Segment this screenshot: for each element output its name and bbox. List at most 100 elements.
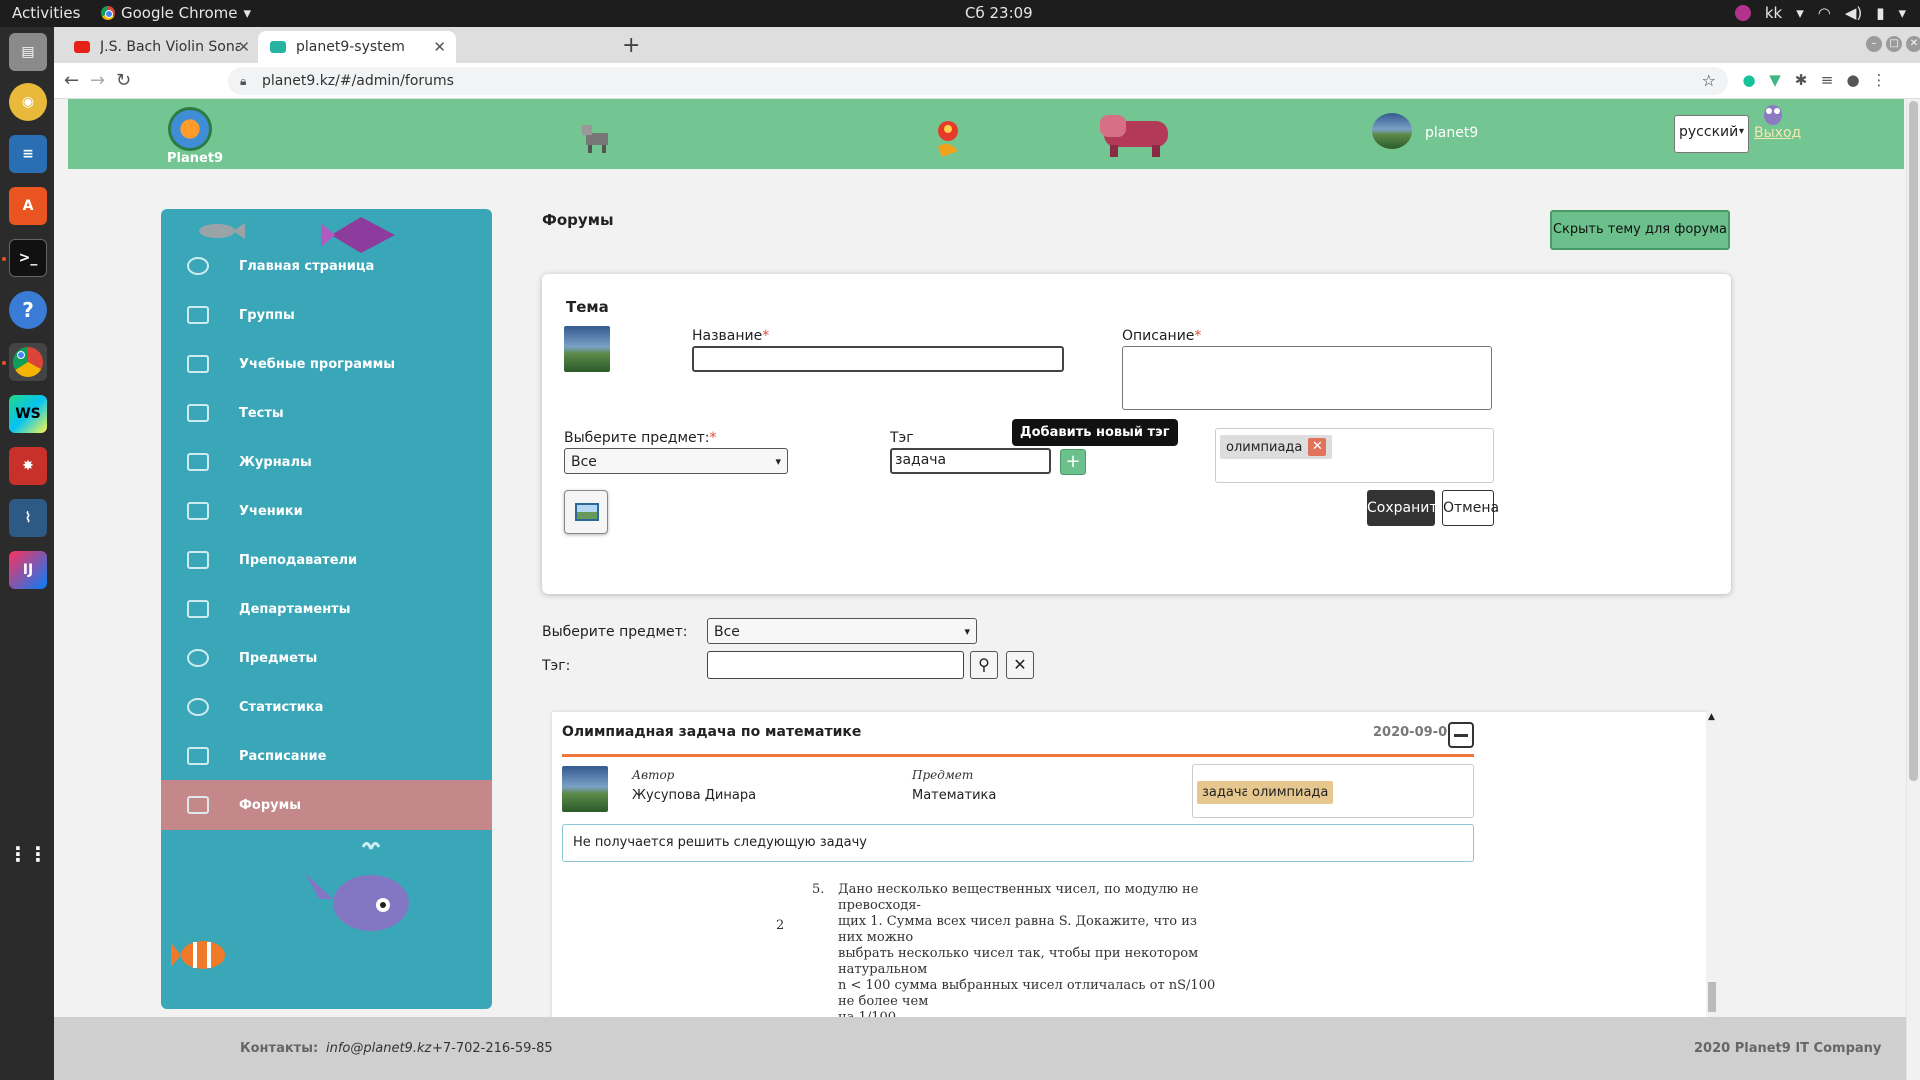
active-indicator [2, 257, 6, 261]
filter-subject-select[interactable]: Все ▾ [707, 618, 977, 644]
system-tray[interactable]: kk ▾ ◠ ◀) ▮ ▾ [1734, 4, 1906, 22]
new-tab-button[interactable]: + [622, 33, 640, 58]
hippo-icon[interactable] [1100, 111, 1172, 157]
collapse-post-button[interactable] [1448, 722, 1474, 748]
sidebar-item-teachers[interactable]: Преподаватели [161, 535, 492, 585]
close-icon[interactable]: ✕ [237, 38, 250, 56]
sidebar-item-curricula[interactable]: Учебные программы [161, 339, 492, 389]
tab-planet9[interactable]: planet9-system ✕ [258, 31, 456, 63]
sidebar-item-schedule[interactable]: Расписание [161, 731, 492, 781]
app-menu[interactable]: Google Chrome ▾ [101, 4, 251, 22]
close-window-icon[interactable]: ✕ [1906, 36, 1920, 52]
contact-email[interactable]: info@planet9.kz [326, 1041, 431, 1056]
sidebar-item-forums[interactable]: Форумы [161, 780, 492, 830]
problem-line: щих 1. Сумма всех чисел равна S. Докажит… [838, 914, 1198, 945]
planet9-logo[interactable] [168, 107, 212, 151]
reload-icon[interactable]: ↻ [116, 70, 131, 91]
sidebar-item-journals[interactable]: Журналы [161, 437, 492, 487]
mysql-workbench-icon[interactable]: ⌇ [9, 499, 47, 537]
logout-link[interactable]: Выход [1754, 125, 1801, 141]
clock[interactable]: Сб 23:09 [965, 4, 1033, 22]
writer-icon[interactable]: ≡ [9, 135, 47, 173]
sidebar-item-label: Расписание [239, 748, 327, 764]
back-icon[interactable]: ← [64, 70, 79, 91]
sidebar-item-tests[interactable]: Тесты [161, 388, 492, 438]
browser-tab-strip: J.S. Bach Violin Sonata ✕ planet9-system… [54, 27, 1920, 63]
files-icon[interactable]: ▤ [9, 33, 47, 71]
language-select[interactable]: русский ▾ [1674, 115, 1749, 153]
problem-number: 5. [812, 882, 825, 897]
clear-filter-button[interactable]: ✕ [1006, 651, 1034, 679]
post-tag[interactable]: задача [1197, 781, 1255, 804]
page-scroll-thumb[interactable] [1909, 101, 1918, 781]
os-top-bar: Activities Google Chrome ▾ Сб 23:09 kk ▾… [0, 0, 1920, 27]
post-title[interactable]: Олимпиадная задача по математике [562, 724, 861, 740]
hide-topic-button[interactable]: Скрыть тему для форума [1550, 210, 1730, 250]
forward-icon[interactable]: → [90, 70, 105, 91]
software-center-icon[interactable]: A [9, 187, 47, 225]
help-icon[interactable]: ? [9, 291, 47, 329]
scroll-up-icon[interactable]: ▲ [1708, 712, 1715, 722]
sidebar-item-subjects[interactable]: Предметы [161, 633, 492, 683]
filter-tag-input[interactable] [707, 651, 964, 679]
upload-image-button[interactable] [564, 490, 608, 534]
required-mark: * [709, 430, 717, 446]
activities-button[interactable]: Activities [12, 4, 80, 22]
save-button[interactable]: Сохранить [1367, 490, 1446, 526]
menu-icon[interactable]: ⋮ [1870, 71, 1888, 89]
logo-text: Planet9 [167, 151, 224, 166]
fish-grey-icon [199, 223, 245, 239]
cancel-button[interactable]: Отмена [1442, 490, 1499, 526]
tag-input[interactable]: задача [890, 448, 1051, 474]
minimize-icon[interactable]: – [1866, 36, 1882, 52]
curriculum-icon [187, 355, 209, 373]
subject-label: Выберите предмет:* [564, 430, 717, 446]
sidebar-item-statistics[interactable]: Статистика [161, 682, 492, 732]
intellij-icon[interactable]: IJ [9, 551, 47, 589]
address-bar[interactable]: 🔒︎ planet9.kz/#/admin/forums ☆ [228, 67, 1728, 95]
webstorm-icon[interactable]: WS [9, 395, 47, 433]
close-icon[interactable]: ✕ [433, 38, 446, 56]
tab-bach-video[interactable]: J.S. Bach Violin Sonata ✕ [62, 31, 260, 63]
sidebar-item-groups[interactable]: Группы [161, 290, 492, 340]
grammarly-icon[interactable]: ● [1740, 71, 1758, 89]
sidebar-item-label: Предметы [239, 650, 318, 666]
bird-icon[interactable] [932, 117, 964, 157]
search-button[interactable]: ⚲ [970, 651, 998, 679]
chrome-dock-icon[interactable] [9, 343, 47, 381]
sidebar-item-students[interactable]: Ученики [161, 486, 492, 536]
maximize-icon[interactable]: □ [1886, 36, 1902, 52]
owl-icon [1764, 105, 1782, 125]
required-mark: * [1194, 328, 1202, 344]
terminal-icon[interactable]: >_ [9, 239, 47, 277]
tag-label: Тэг [890, 430, 914, 446]
extensions-icon[interactable]: ✱ [1792, 71, 1810, 89]
chrome-icon [13, 347, 43, 377]
app-red-icon[interactable]: ✸ [9, 447, 47, 485]
remove-tag-icon[interactable]: ✕ [1308, 438, 1327, 456]
profile-icon[interactable]: ● [1844, 71, 1862, 89]
topic-form-title: Тема [566, 298, 609, 316]
chevron-down-icon: ▾ [1796, 4, 1804, 22]
dog-icon[interactable] [582, 121, 612, 153]
rhythmbox-icon[interactable]: ◉ [9, 83, 47, 121]
post-tag[interactable]: олимпиада [1247, 781, 1334, 804]
sidebar-item-home[interactable]: Главная страница [161, 241, 492, 291]
topic-description-textarea[interactable] [1122, 346, 1492, 410]
media-control-icon[interactable]: ≡ [1818, 71, 1836, 89]
topic-name-input[interactable] [692, 346, 1064, 372]
show-applications-icon[interactable]: ⋮⋮ [8, 835, 48, 873]
vue-devtools-icon[interactable]: ▼ [1766, 71, 1784, 89]
planet-avatar[interactable] [1372, 113, 1412, 149]
post-scroll-thumb[interactable] [1708, 982, 1716, 1012]
topic-subject-select[interactable]: Все ▾ [564, 448, 788, 474]
page-scrollbar[interactable] [1906, 99, 1920, 1080]
description-label: Описание* [1122, 328, 1201, 344]
pie-chart-icon [187, 698, 209, 716]
bookmark-star-icon[interactable]: ☆ [1702, 67, 1716, 95]
chevron-down-icon: ▾ [775, 455, 781, 468]
tab-title: planet9-system [296, 39, 405, 55]
add-tag-button[interactable]: + [1060, 449, 1086, 475]
planet-name[interactable]: planet9 [1425, 125, 1478, 141]
sidebar-item-departments[interactable]: Департаменты [161, 584, 492, 634]
